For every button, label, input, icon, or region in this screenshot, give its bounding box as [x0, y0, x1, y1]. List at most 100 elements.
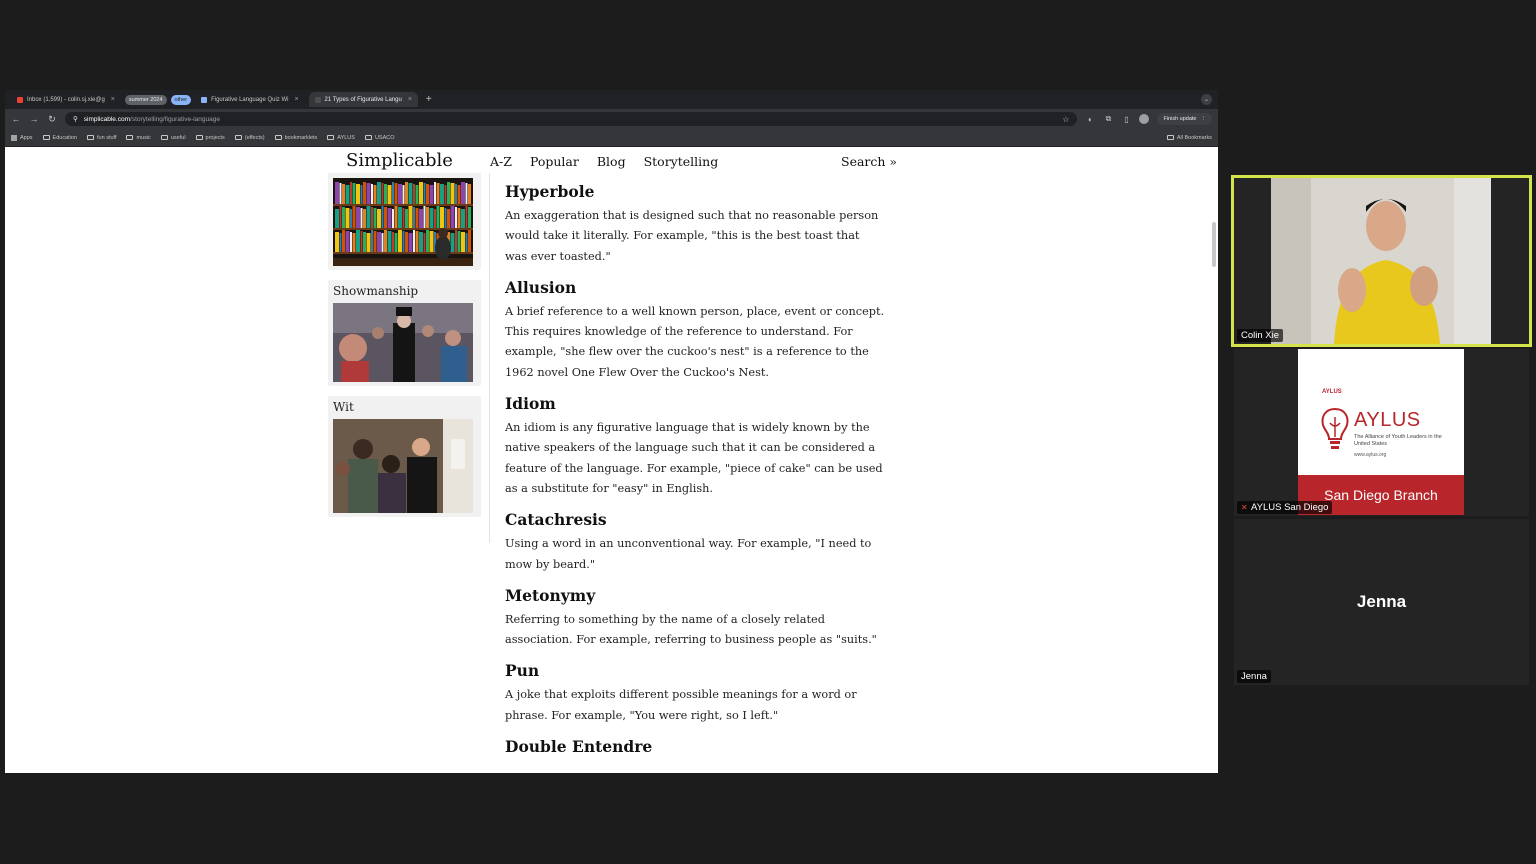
- participant-name: AYLUS San Diego: [1251, 502, 1329, 513]
- nav-a-z[interactable]: A-Z: [490, 154, 512, 169]
- term-text: Referring to something by the name of a …: [505, 612, 877, 647]
- star-icon[interactable]: ☆: [1062, 115, 1069, 124]
- browser-toolbar: ← → ↻ ⚲ simplicable.com/storytelling/fig…: [5, 109, 1218, 129]
- wit-image: [333, 419, 473, 513]
- term-idiom: Idiom An idiom is any figurative languag…: [505, 395, 885, 499]
- folder-icon: [195, 135, 203, 140]
- tab-group-summer[interactable]: summer 2024: [124, 94, 167, 105]
- bookmark-folder[interactable]: Education: [42, 135, 77, 141]
- term-title: Double Entendre: [505, 737, 653, 757]
- card-caption: Showmanship: [333, 284, 419, 298]
- address-host: simplicable.com: [83, 115, 131, 123]
- bookmark-folder[interactable]: bookmarklets: [274, 135, 317, 141]
- tab-simplicable[interactable]: 21 Types of Figurative Langu ×: [308, 92, 418, 107]
- lightbulb-icon: [1321, 407, 1349, 449]
- folder-icon: [274, 135, 282, 140]
- participant-name-tag: ✕ AYLUS San Diego: [1237, 501, 1333, 514]
- folder-icon: [42, 135, 50, 140]
- bookmark-folder[interactable]: AYLUS: [327, 135, 355, 141]
- folder-icon: [364, 135, 372, 140]
- forward-icon[interactable]: →: [29, 114, 39, 124]
- aylus-tagline: The Alliance of Youth Leaders in the Uni…: [1354, 434, 1442, 447]
- tab-gmail[interactable]: Inbox (1,599) - colin.sj.xie@g ×: [11, 92, 121, 107]
- tab-label: 21 Types of Figurative Langu: [324, 96, 402, 103]
- participant-tile-jenna[interactable]: Jenna Jenna: [1234, 519, 1529, 685]
- card-caption: Wit: [333, 400, 354, 414]
- simplicable-icon: [314, 96, 321, 103]
- bookmark-folder[interactable]: projects: [195, 135, 225, 141]
- tab-label: Figurative Language Quiz Wi: [211, 96, 289, 103]
- article-body: Hyperbole An exaggeration that is design…: [505, 183, 885, 761]
- term-title: Hyperbole: [505, 182, 595, 201]
- participant-video: [1234, 178, 1529, 344]
- bookmark-folder[interactable]: music: [126, 135, 151, 141]
- column-divider: [489, 173, 490, 543]
- address-path: /storytelling/figurative-language: [130, 115, 220, 123]
- term-double-entendre: Double Entendre: [505, 738, 885, 756]
- term-pun: Pun A joke that exploits different possi…: [505, 662, 885, 726]
- new-tab-icon[interactable]: +: [426, 94, 432, 105]
- bookmarks-bar: Apps Education fun stuff music useful pr…: [5, 129, 1218, 147]
- chevron-down-icon[interactable]: ⌄: [1201, 94, 1212, 105]
- term-text: A brief reference to a well known person…: [505, 304, 885, 379]
- page-scrollbar[interactable]: [1212, 222, 1216, 267]
- bookmark-folder[interactable]: useful: [160, 135, 186, 141]
- web-page: Simplicable A-Z Popular Blog Storytellin…: [5, 147, 1218, 773]
- term-hyperbole: Hyperbole An exaggeration that is design…: [505, 183, 885, 267]
- site-nav: A-Z Popular Blog Storytelling: [490, 154, 718, 169]
- profile-icon[interactable]: [1139, 114, 1150, 124]
- all-bookmarks[interactable]: All Bookmarks: [1166, 135, 1212, 141]
- nav-blog[interactable]: Blog: [597, 154, 626, 169]
- mic-muted-icon: ✕: [1241, 503, 1248, 512]
- related-card-showmanship[interactable]: Showmanship: [328, 280, 481, 386]
- tab-strip: Inbox (1,599) - colin.sj.xie@g × summer …: [5, 90, 1218, 109]
- close-icon[interactable]: ×: [408, 96, 412, 103]
- aylus-url: www.aylus.org: [1354, 452, 1387, 458]
- participant-name: Colin Xie: [1237, 329, 1284, 342]
- aylus-logo-card: AYLUS AYLUS The Alliance of Youth Leader…: [1298, 349, 1464, 515]
- term-catachresis: Catachresis Using a word in an unconvent…: [505, 511, 885, 575]
- nav-popular[interactable]: Popular: [530, 154, 579, 169]
- search-link[interactable]: Search »: [841, 154, 897, 169]
- tab-group-other[interactable]: other: [170, 94, 192, 105]
- back-icon[interactable]: ←: [11, 114, 21, 124]
- close-icon[interactable]: ×: [294, 96, 298, 103]
- sidepanel-icon[interactable]: ▯: [1121, 114, 1131, 124]
- puzzle-icon[interactable]: ⧉: [1103, 114, 1113, 124]
- finish-update-button[interactable]: Finish update ⋮: [1157, 113, 1212, 125]
- bookmark-apps[interactable]: Apps: [11, 134, 33, 141]
- aylus-small-label: AYLUS: [1322, 389, 1342, 395]
- term-text: A joke that exploits different possible …: [505, 688, 857, 722]
- term-text: An exaggeration that is designed such th…: [505, 209, 879, 263]
- site-logo[interactable]: Simplicable: [346, 150, 453, 171]
- extension-icon[interactable]: ◐: [1085, 114, 1095, 124]
- folder-icon: [234, 135, 242, 140]
- participant-name: Jenna: [1237, 670, 1271, 683]
- aylus-brand: AYLUS: [1354, 409, 1421, 431]
- bookmark-folder[interactable]: USACO: [364, 135, 395, 141]
- term-title: Pun: [505, 661, 540, 681]
- bookmark-folder[interactable]: fun stuff: [87, 135, 116, 141]
- term-title: Metonymy: [505, 585, 596, 605]
- tab-quiz[interactable]: Figurative Language Quiz Wi ×: [195, 92, 304, 107]
- nav-storytelling[interactable]: Storytelling: [644, 154, 719, 169]
- related-card-wit[interactable]: Wit: [328, 396, 481, 517]
- participant-tile-colin[interactable]: Colin Xie: [1231, 175, 1532, 347]
- term-metonymy: Metonymy Referring to something by the n…: [505, 585, 885, 651]
- site-info-icon[interactable]: ⚲: [73, 115, 78, 123]
- showmanship-image: [333, 303, 473, 382]
- close-icon[interactable]: ×: [111, 96, 115, 103]
- term-title: Allusion: [505, 277, 577, 297]
- term-text: An idiom is any figurative language that…: [505, 421, 883, 495]
- gmail-icon: [17, 96, 23, 103]
- apps-icon: [11, 134, 17, 141]
- related-card-bookstore[interactable]: [328, 173, 481, 270]
- folder-icon: [327, 135, 335, 140]
- reload-icon[interactable]: ↻: [47, 114, 57, 125]
- tab-label: Inbox (1,599) - colin.sj.xie@g: [27, 96, 105, 103]
- bookmark-folder[interactable]: (effects): [234, 135, 265, 141]
- participant-placeholder-name: Jenna: [1356, 592, 1407, 611]
- participant-tile-aylus[interactable]: AYLUS AYLUS The Alliance of Youth Leader…: [1234, 349, 1529, 516]
- address-bar[interactable]: ⚲ simplicable.com/storytelling/figurativ…: [65, 112, 1078, 126]
- related-sidebar: Showmanship Wit: [328, 173, 481, 527]
